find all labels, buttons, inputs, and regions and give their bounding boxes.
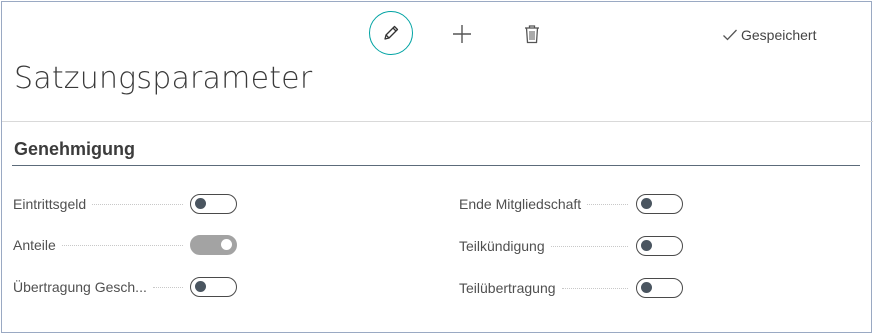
toggle-knob [195, 281, 206, 292]
field-ende-mitgliedschaft: Ende Mitgliedschaft [459, 193, 636, 215]
field-label: Eintrittsgeld [13, 196, 87, 212]
section-divider [12, 165, 860, 166]
pencil-icon [384, 25, 399, 40]
toggle-knob [195, 198, 206, 209]
save-status: Gespeichert [722, 26, 816, 44]
toggle-knob [641, 282, 652, 293]
field-label: Ende Mitgliedschaft [459, 196, 582, 212]
field-label: Teilkündigung [459, 238, 545, 254]
add-button[interactable] [449, 21, 475, 47]
leader-dots [61, 244, 183, 246]
section-title[interactable]: Genehmigung [14, 139, 135, 160]
header-divider [2, 121, 873, 122]
toggle-uebertragung-gesch[interactable] [190, 277, 237, 297]
field-anteile: Anteile [13, 234, 191, 256]
field-uebertragung-gesch: Übertragung Gesch... [13, 276, 191, 298]
leader-dots [92, 203, 183, 205]
toggle-teilkuendigung[interactable] [636, 236, 683, 256]
toggle-ende-mitgliedschaft[interactable] [636, 194, 683, 214]
leader-dots [587, 203, 628, 205]
field-label: Anteile [13, 237, 56, 253]
field-label: Teilübertragung [459, 280, 556, 296]
page-frame: Gespeichert Satzungsparameter Genehmigun… [1, 1, 873, 333]
toggle-knob [641, 198, 652, 209]
leader-dots [550, 245, 628, 247]
toggle-knob [641, 240, 652, 251]
field-label: Übertragung Gesch... [13, 279, 147, 295]
trash-icon [525, 25, 539, 44]
field-teilkuendigung: Teilkündigung [459, 235, 636, 257]
toggle-eintrittsgeld[interactable] [190, 194, 237, 214]
field-eintrittsgeld: Eintrittsgeld [13, 193, 191, 215]
field-teiluebertragung: Teilübertragung [459, 277, 636, 299]
edit-button[interactable] [369, 11, 413, 55]
leader-dots [152, 286, 183, 288]
delete-button[interactable] [520, 21, 544, 47]
page-title: Satzungsparameter [14, 61, 313, 96]
toggle-knob [221, 239, 232, 250]
checkmark-icon [723, 29, 737, 41]
save-status-label: Gespeichert [741, 27, 817, 43]
toggle-teiluebertragung[interactable] [636, 278, 683, 298]
toggle-anteile[interactable] [190, 235, 237, 255]
plus-icon [453, 25, 471, 43]
leader-dots [561, 287, 628, 289]
